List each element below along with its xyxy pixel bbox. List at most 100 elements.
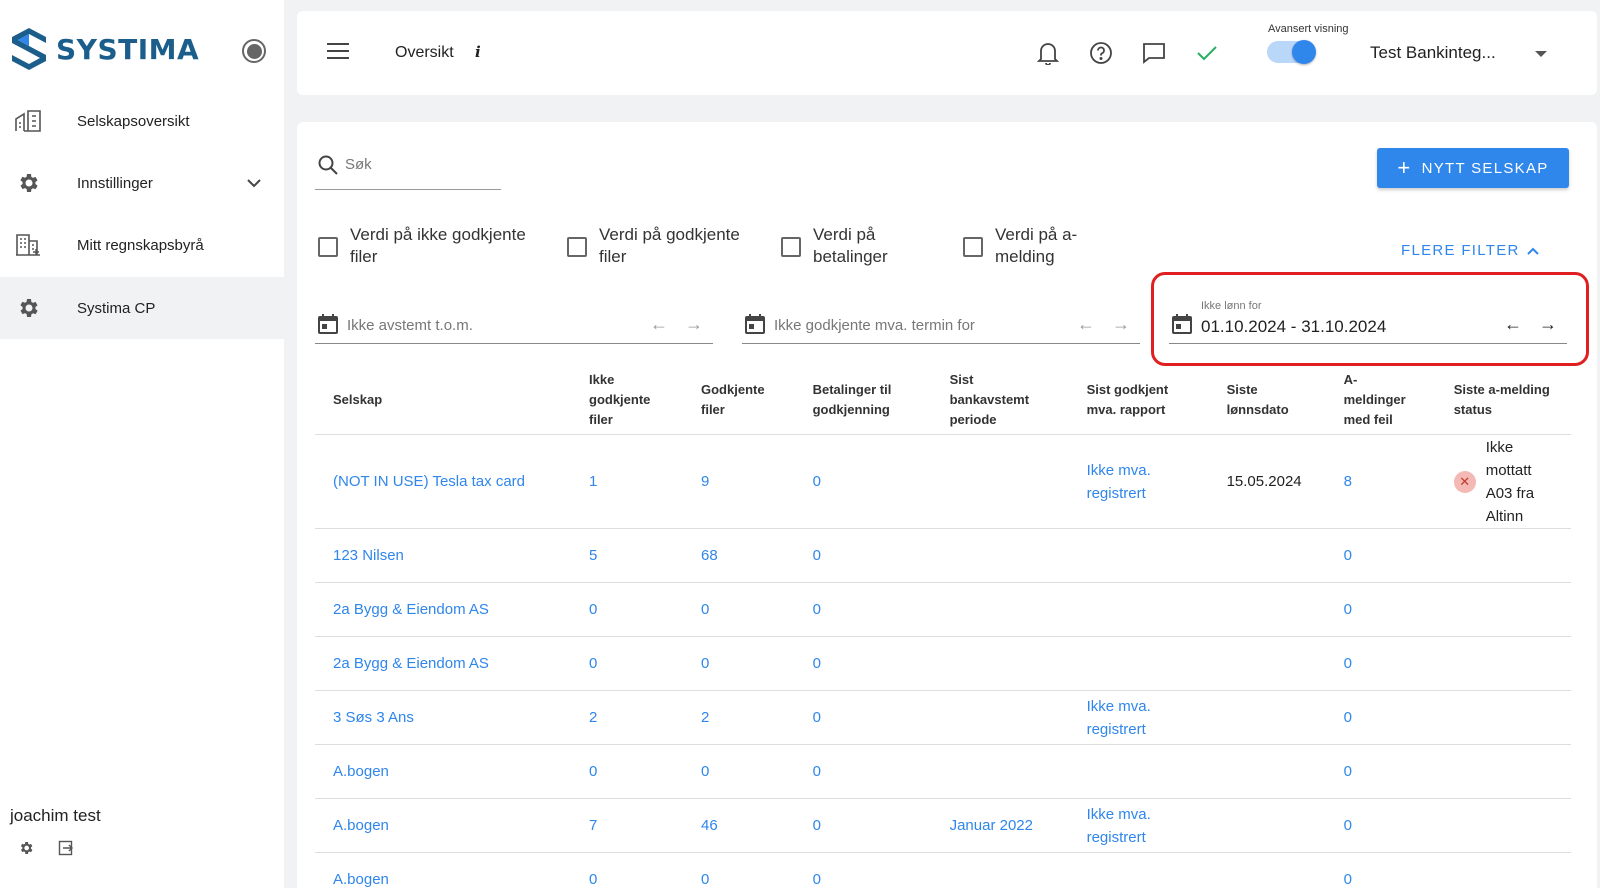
unapproved-value[interactable]: 7 [589,817,597,834]
arrow-right-icon[interactable]: → [1112,314,1130,335]
cell-approved[interactable]: 9 [683,434,795,529]
checkbox[interactable] [567,237,587,257]
payments-value[interactable]: 0 [813,871,821,888]
table-row[interactable]: 2a Bygg & Eiendom AS 0 0 0 0 [315,582,1571,637]
cell-payments[interactable]: 0 [794,852,932,888]
sidebar-item-selskapsoversikt[interactable]: Selskapsoversikt [0,90,284,152]
checkbox[interactable] [963,237,983,257]
errors-value[interactable]: 0 [1344,655,1352,672]
cell-vat[interactable]: Ikke mva. registrert [1068,434,1209,529]
table-row[interactable]: 3 Søs 3 Ans 2 2 0 Ikke mva. registrert 0 [315,690,1571,745]
vat-value[interactable]: Ikke mva. registrert [1087,803,1167,849]
company-value[interactable]: A.bogen [333,817,389,834]
cell-unapproved[interactable]: 0 [571,636,683,691]
cell-payments[interactable]: 0 [794,744,932,799]
approved-value[interactable]: 0 [701,655,709,672]
errors-value[interactable]: 0 [1344,601,1352,618]
date-filter-unreconciled[interactable]: Ikke avstemt t.o.m. ← → [315,300,713,344]
checkbox-unapproved-files[interactable]: Verdi på ikke godkjente filer [318,224,550,268]
column-header[interactable]: A-meldinger med feil [1325,366,1436,435]
cell-company[interactable]: 2a Bygg & Eiendom AS [315,636,571,691]
cell-company[interactable]: A.bogen [315,798,571,853]
sidebar-item-innstillinger[interactable]: Innstillinger [0,152,284,214]
caret-down-icon[interactable] [1535,51,1547,57]
cell-approved[interactable]: 0 [683,744,795,799]
cell-payments[interactable]: 0 [794,636,932,691]
date-filter-vat-term[interactable]: Ikke godkjente mva. termin for ← → [742,300,1140,344]
cell-errors[interactable]: 0 [1325,744,1436,799]
errors-value[interactable]: 0 [1344,547,1352,564]
checkmark-icon[interactable] [1193,39,1221,67]
cell-errors[interactable]: 8 [1325,434,1436,529]
column-header[interactable]: Sist bankavstemt periode [931,366,1069,435]
errors-value[interactable]: 0 [1344,763,1352,780]
cell-payments[interactable]: 0 [794,582,932,637]
record-icon[interactable] [242,39,266,63]
company-value[interactable]: A.bogen [333,871,389,888]
table-row[interactable]: 2a Bygg & Eiendom AS 0 0 0 0 [315,636,1571,691]
unapproved-value[interactable]: 0 [589,763,597,780]
column-header[interactable]: Ikke godkjente filer [571,366,683,435]
unapproved-value[interactable]: 1 [589,473,597,490]
sidebar-item-mitt-regnskapsbyra[interactable]: Mitt regnskapsbyrå [0,214,284,276]
payments-value[interactable]: 0 [813,763,821,780]
company-value[interactable]: 2a Bygg & Eiendom AS [333,601,489,618]
chat-icon[interactable] [1140,39,1168,67]
company-value[interactable]: A.bogen [333,763,389,780]
checkbox-payments[interactable]: Verdi på betalinger [781,224,913,268]
company-value[interactable]: 3 Søs 3 Ans [333,709,414,726]
payments-value[interactable]: 0 [813,709,821,726]
company-value[interactable]: (NOT IN USE) Tesla tax card [333,473,525,490]
errors-value[interactable]: 0 [1344,817,1352,834]
table-row[interactable]: 123 Nilsen 5 68 0 0 [315,528,1571,583]
table-row[interactable]: A.bogen 0 0 0 0 [315,852,1571,888]
systima-logo[interactable]: SYSTIMA [10,26,199,72]
column-header[interactable]: Selskap [315,366,571,435]
logout-icon[interactable] [58,840,74,861]
column-header[interactable]: Siste lønnsdato [1208,366,1326,435]
cell-unapproved[interactable]: 7 [571,798,683,853]
column-header[interactable]: Siste a-melding status [1435,366,1571,435]
vat-value[interactable]: Ikke mva. registrert [1087,459,1167,505]
payments-value[interactable]: 0 [813,817,821,834]
approved-value[interactable]: 0 [701,871,709,888]
errors-value[interactable]: 0 [1344,871,1352,888]
cell-unapproved[interactable]: 2 [571,690,683,745]
cell-vat[interactable]: Ikke mva. registrert [1068,798,1209,853]
cell-errors[interactable]: 0 [1325,852,1436,888]
hamburger-menu-icon[interactable] [327,43,349,64]
cell-errors[interactable]: 0 [1325,636,1436,691]
cell-payments[interactable]: 0 [794,528,932,583]
cell-unapproved[interactable]: 1 [571,434,683,529]
cell-errors[interactable]: 0 [1325,798,1436,853]
cell-unapproved[interactable]: 0 [571,744,683,799]
checkbox-a-melding[interactable]: Verdi på a-melding [963,224,1090,268]
cell-company[interactable]: 2a Bygg & Eiendom AS [315,582,571,637]
new-company-button[interactable]: + NYTT SELSKAP [1377,148,1569,188]
company-value[interactable]: 2a Bygg & Eiendom AS [333,655,489,672]
cell-unapproved[interactable]: 0 [571,852,683,888]
advanced-view-toggle[interactable] [1267,40,1316,64]
cell-errors[interactable]: 0 [1325,528,1436,583]
cell-approved[interactable]: 0 [683,852,795,888]
sidebar-item-systima-cp[interactable]: Systima CP [0,277,284,339]
cell-approved[interactable]: 0 [683,636,795,691]
unapproved-value[interactable]: 0 [589,871,597,888]
chevron-down-icon[interactable] [246,175,262,192]
cell-unapproved[interactable]: 5 [571,528,683,583]
cell-company[interactable]: A.bogen [315,852,571,888]
cell-company[interactable]: 123 Nilsen [315,528,571,583]
arrow-right-icon[interactable]: → [685,314,703,335]
column-header[interactable]: Betalinger til godkjenning [794,366,932,435]
unapproved-value[interactable]: 0 [589,655,597,672]
payments-value[interactable]: 0 [813,473,821,490]
cell-approved[interactable]: 0 [683,582,795,637]
cell-company[interactable]: A.bogen [315,744,571,799]
checkbox[interactable] [781,237,801,257]
cell-payments[interactable]: 0 [794,798,932,853]
checkbox-approved-files[interactable]: Verdi på godkjente filer [567,224,759,268]
approved-value[interactable]: 46 [701,817,718,834]
cell-vat[interactable]: Ikke mva. registrert [1068,690,1209,745]
payments-value[interactable]: 0 [813,601,821,618]
bank-value[interactable]: Januar 2022 [950,817,1033,834]
